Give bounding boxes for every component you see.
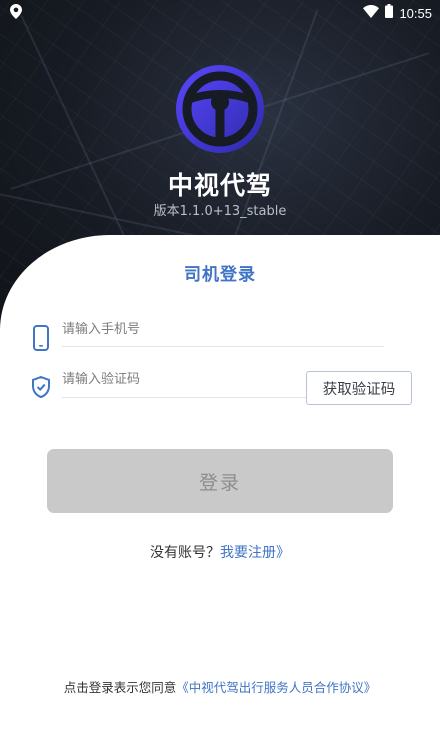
phone-icon: [33, 325, 49, 355]
code-input[interactable]: [62, 369, 292, 389]
no-account-text: 没有账号？: [150, 545, 220, 561]
app-version: 版本1.1.0+13_stable: [153, 204, 287, 219]
shield-check-icon: [32, 375, 50, 402]
phone-input[interactable]: [62, 319, 382, 339]
phone-divider: [62, 346, 384, 347]
login-title: 司机登录: [184, 265, 256, 285]
login-button[interactable]: 登录: [47, 449, 393, 513]
app-name: 中视代驾: [167, 171, 272, 200]
battery-icon: [385, 4, 394, 22]
app-logo: [173, 62, 267, 156]
status-bar: 10:55: [0, 0, 440, 24]
status-time: 10:55: [399, 5, 432, 21]
agreement-prefix: 点击登录表示您同意: [63, 680, 177, 695]
agreement-row: 点击登录表示您同意《中视代驾出行服务人员合作协议》: [0, 677, 440, 696]
register-link[interactable]: 我要注册》: [220, 545, 290, 561]
code-divider: [62, 397, 306, 398]
get-code-button[interactable]: 获取验证码: [306, 371, 412, 405]
register-row: 没有账号？我要注册》: [0, 542, 440, 562]
agreement-link[interactable]: 《中视代驾出行服务人员合作协议》: [176, 680, 376, 695]
wifi-icon: [363, 4, 380, 22]
location-pin-icon: [10, 4, 22, 23]
